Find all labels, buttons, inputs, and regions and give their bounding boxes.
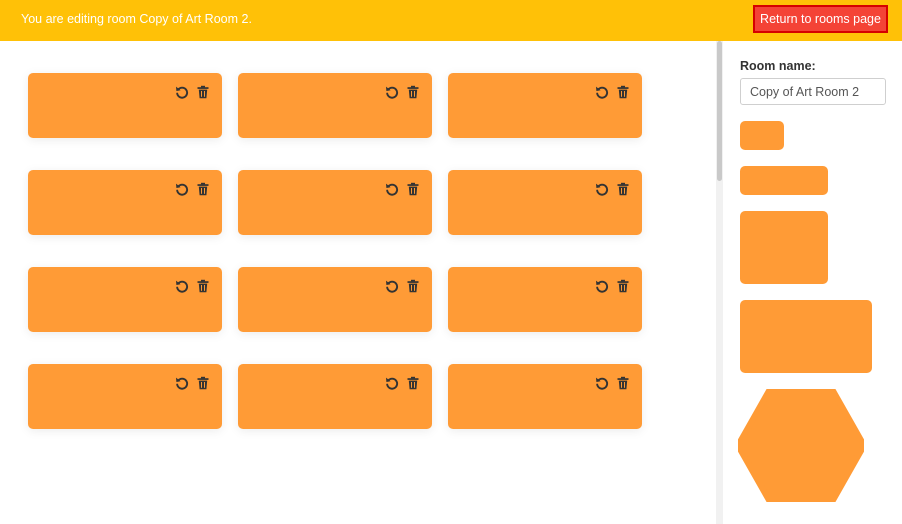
trash-icon[interactable] (196, 279, 210, 293)
table-card[interactable] (448, 73, 642, 138)
table-card[interactable] (28, 364, 222, 429)
table-card[interactable] (28, 73, 222, 138)
shape-hexagon[interactable] (738, 389, 864, 502)
table-card[interactable] (28, 170, 222, 235)
shape-small-square[interactable] (740, 121, 784, 150)
trash-icon[interactable] (616, 376, 630, 390)
top-bar: You are editing room Copy of Art Room 2.… (0, 0, 902, 41)
trash-icon[interactable] (406, 376, 420, 390)
trash-icon[interactable] (616, 182, 630, 196)
scrollbar-thumb[interactable] (717, 41, 722, 181)
rotate-icon[interactable] (595, 279, 609, 293)
rotate-icon[interactable] (175, 85, 189, 99)
rotate-icon[interactable] (175, 182, 189, 196)
rotate-icon[interactable] (595, 182, 609, 196)
table-card[interactable] (238, 170, 432, 235)
rotate-icon[interactable] (385, 182, 399, 196)
rotate-icon[interactable] (385, 376, 399, 390)
trash-icon[interactable] (616, 85, 630, 99)
shape-square[interactable] (740, 211, 828, 284)
rotate-icon[interactable] (385, 279, 399, 293)
trash-icon[interactable] (406, 279, 420, 293)
table-card[interactable] (238, 364, 432, 429)
table-card[interactable] (448, 267, 642, 332)
room-canvas (0, 41, 716, 524)
return-to-rooms-button[interactable]: Return to rooms page (753, 5, 888, 33)
trash-icon[interactable] (616, 279, 630, 293)
sidebar: Room name: (723, 41, 902, 524)
rotate-icon[interactable] (595, 376, 609, 390)
table-card[interactable] (238, 267, 432, 332)
table-card[interactable] (448, 364, 642, 429)
trash-icon[interactable] (196, 85, 210, 99)
trash-icon[interactable] (406, 85, 420, 99)
trash-icon[interactable] (196, 376, 210, 390)
rotate-icon[interactable] (175, 376, 189, 390)
canvas-scrollbar[interactable] (716, 41, 723, 524)
rotate-icon[interactable] (385, 85, 399, 99)
trash-icon[interactable] (406, 182, 420, 196)
rotate-icon[interactable] (595, 85, 609, 99)
table-card[interactable] (238, 73, 432, 138)
shape-wide-rectangle[interactable] (740, 166, 828, 195)
room-name-label: Room name: (740, 59, 816, 73)
room-name-input[interactable] (740, 78, 886, 105)
shape-large-rectangle[interactable] (740, 300, 872, 373)
table-card[interactable] (28, 267, 222, 332)
trash-icon[interactable] (196, 182, 210, 196)
table-card[interactable] (448, 170, 642, 235)
rotate-icon[interactable] (175, 279, 189, 293)
editing-message: You are editing room Copy of Art Room 2. (21, 12, 252, 26)
